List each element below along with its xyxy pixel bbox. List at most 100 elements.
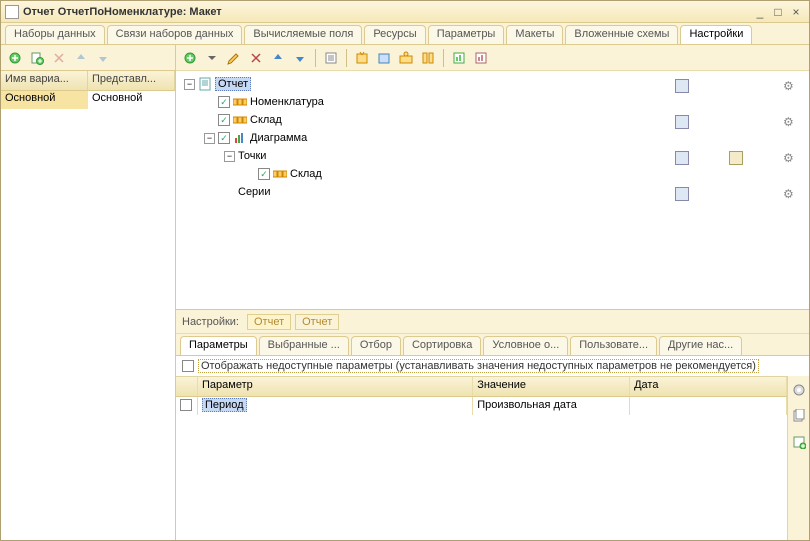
down-icon[interactable]: [290, 48, 310, 68]
settings-tab-4[interactable]: Условное о...: [483, 336, 568, 355]
crumb-report-1[interactable]: Отчет: [247, 314, 291, 330]
tree-item[interactable]: −✓Диаграмма⚙: [180, 129, 805, 147]
col-variant-name: Имя вариа...: [1, 71, 88, 90]
variants-toolbar: [1, 45, 175, 71]
wizard4-icon[interactable]: [418, 48, 438, 68]
settings-tab-6[interactable]: Другие нас...: [659, 336, 742, 355]
group-icon: [233, 113, 247, 127]
dropdown-icon[interactable]: [202, 48, 222, 68]
settings-tab-3[interactable]: Сортировка: [403, 336, 481, 355]
tab-связи-наборов-данных[interactable]: Связи наборов данных: [107, 25, 243, 44]
main-tabs: Наборы данныхСвязи наборов данныхВычисля…: [1, 23, 809, 45]
add-node-icon[interactable]: [180, 48, 200, 68]
tree-label: Отчет: [215, 77, 251, 91]
wizard1-icon[interactable]: [352, 48, 372, 68]
show-unavailable-checkbox[interactable]: [182, 360, 194, 372]
delete-icon[interactable]: [49, 48, 69, 68]
group-icon: [273, 167, 287, 181]
settings-breadcrumb: Настройки: Отчет Отчет: [176, 310, 809, 334]
wizard3-icon[interactable]: [396, 48, 416, 68]
tree-root[interactable]: − Отчет ⚙: [180, 75, 805, 93]
structure-tree[interactable]: −Отчет⚙✓Номенклатура⚙✓Склад⚙−✓Диаграмма⚙…: [176, 71, 809, 310]
tab-вложенные-схемы[interactable]: Вложенные схемы: [565, 25, 678, 44]
crumb-report-2[interactable]: Отчет: [295, 314, 339, 330]
window: Отчет ОтчетПоНоменклатуре: Макет _ □ × Н…: [0, 0, 810, 541]
minimize-button[interactable]: _: [751, 5, 769, 19]
tree-checkbox[interactable]: ✓: [218, 114, 230, 126]
show-unavailable-label: Отображать недоступные параметры (устана…: [198, 359, 759, 373]
col-parameter: Параметр: [198, 377, 473, 396]
tab-макеты[interactable]: Макеты: [506, 25, 563, 44]
param-name: Период: [202, 398, 247, 412]
tree-item[interactable]: −Точки: [180, 147, 805, 165]
tree-label: Точки: [238, 150, 266, 162]
params-header: Параметр Значение Дата: [176, 377, 787, 397]
col-variant-repr: Представл...: [88, 71, 175, 90]
param-date: [630, 397, 787, 415]
diagram-icon: [233, 131, 247, 145]
side-copy-icon[interactable]: [789, 406, 809, 426]
tab-вычисляемые-поля[interactable]: Вычисляемые поля: [244, 25, 362, 44]
move-down-icon[interactable]: [93, 48, 113, 68]
variant-row[interactable]: Основной Основной: [1, 91, 175, 109]
tree-item[interactable]: ✓Номенклатура⚙: [180, 93, 805, 111]
expander-icon[interactable]: −: [204, 133, 215, 144]
edit-icon[interactable]: [224, 48, 244, 68]
properties-icon[interactable]: [321, 48, 341, 68]
app-icon: [5, 5, 19, 19]
wizard2-icon[interactable]: [374, 48, 394, 68]
side-add-icon[interactable]: [789, 432, 809, 452]
settings-tab-2[interactable]: Отбор: [351, 336, 401, 355]
titlebar: Отчет ОтчетПоНоменклатуре: Макет _ □ ×: [1, 1, 809, 23]
tree-label: Серии: [238, 186, 270, 198]
tree-checkbox[interactable]: ✓: [218, 96, 230, 108]
params-grid-area: Параметр Значение Дата Период Произвольн…: [176, 376, 809, 540]
variant-repr: Основной: [88, 91, 175, 109]
param-row[interactable]: Период Произвольная дата: [176, 397, 787, 415]
preview1-icon[interactable]: [449, 48, 469, 68]
param-checkbox[interactable]: [180, 399, 192, 411]
report-icon: [198, 77, 212, 91]
settings-tab-0[interactable]: Параметры: [180, 336, 257, 355]
variant-name: Основной: [1, 91, 88, 109]
tree-item[interactable]: ✓ Склад: [180, 165, 805, 183]
col-value: Значение: [473, 377, 630, 396]
add-icon[interactable]: [5, 48, 25, 68]
close-button[interactable]: ×: [787, 5, 805, 19]
move-up-icon[interactable]: [71, 48, 91, 68]
tree-label: Диаграмма: [250, 132, 307, 144]
variants-header: Имя вариа... Представл...: [1, 71, 175, 91]
group-icon: [233, 95, 247, 109]
settings-label: Настройки:: [182, 316, 239, 328]
tab-параметры[interactable]: Параметры: [428, 25, 505, 44]
tree-item[interactable]: ✓Склад⚙: [180, 111, 805, 129]
tab-настройки[interactable]: Настройки: [680, 25, 752, 44]
side-gear-icon[interactable]: [789, 380, 809, 400]
col-check: [176, 377, 198, 396]
tree-checkbox[interactable]: ✓: [258, 168, 270, 180]
up-icon[interactable]: [268, 48, 288, 68]
preview2-icon[interactable]: [471, 48, 491, 68]
params-table: Параметр Значение Дата Период Произвольн…: [176, 376, 787, 540]
add-copy-icon[interactable]: [27, 48, 47, 68]
tab-наборы-данных[interactable]: Наборы данных: [5, 25, 105, 44]
delete-node-icon[interactable]: [246, 48, 266, 68]
list-settings-icon[interactable]: [675, 79, 689, 93]
body: Имя вариа... Представл... Основной Основ…: [1, 45, 809, 540]
param-value: Произвольная дата: [473, 397, 630, 415]
tab-ресурсы[interactable]: Ресурсы: [364, 25, 425, 44]
gear-icon[interactable]: ⚙: [783, 79, 797, 93]
tree-checkbox[interactable]: ✓: [218, 132, 230, 144]
col-date: Дата: [630, 377, 787, 396]
structure-toolbar: [176, 45, 809, 71]
settings-tab-5[interactable]: Пользовате...: [570, 336, 657, 355]
lower-panel: Настройки: Отчет Отчет ПараметрыВыбранны…: [176, 310, 809, 540]
params-side-toolbar: [787, 376, 809, 540]
expander-icon[interactable]: −: [184, 79, 195, 90]
maximize-button[interactable]: □: [769, 5, 787, 19]
tree-item[interactable]: Серии: [180, 183, 805, 201]
settings-tab-1[interactable]: Выбранные ...: [259, 336, 349, 355]
show-unavailable-row: Отображать недоступные параметры (устана…: [176, 356, 809, 376]
tree-label: Склад: [290, 168, 322, 180]
expander-icon[interactable]: −: [224, 151, 235, 162]
